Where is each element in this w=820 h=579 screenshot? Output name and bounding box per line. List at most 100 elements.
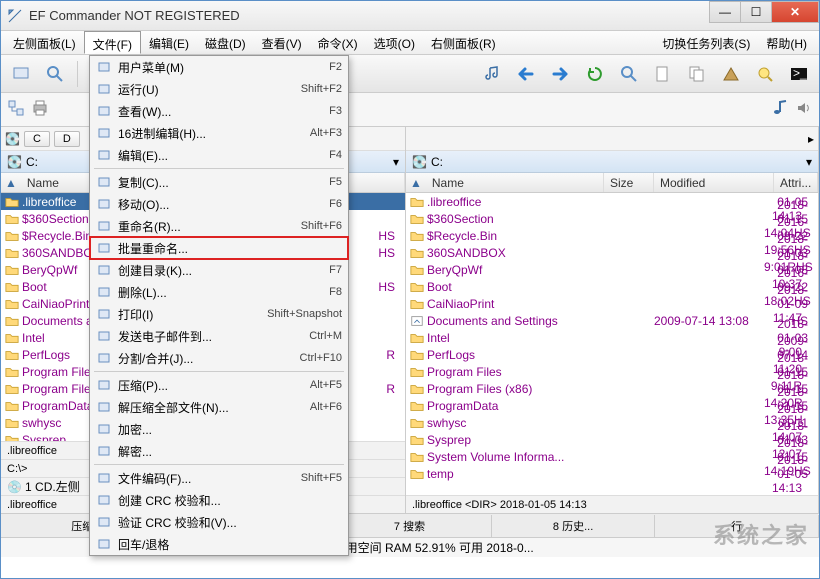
file-row[interactable]: Sysprep2018-01-03 12:07 [406,431,818,448]
maximize-button[interactable]: ☐ [740,1,772,23]
terminal-icon[interactable]: >_ [785,60,813,88]
menu-item-search-icon[interactable]: 查看(W)...F3 [90,100,348,122]
menu-item-crc-icon[interactable]: 创建 CRC 校验和... [90,489,348,511]
file-row[interactable]: .libreoffice2018-01-05 14:13 [406,193,818,210]
file-row[interactable]: 360SANDBOX2018-01-03 9:01RHS [406,244,818,261]
menu-item-decrypt-icon[interactable]: 解密... [90,440,348,462]
file-row[interactable]: System Volume Informa...2018-01-15 14:19… [406,448,818,465]
file-row[interactable]: Documents and Settings2009-07-14 13:08HS [406,312,818,329]
back-arrow-icon[interactable] [513,60,541,88]
menu-文件(F)[interactable]: 文件(F) [84,31,141,54]
refresh-icon[interactable] [7,60,35,88]
menu-item-user-icon[interactable]: 用户菜单(M)F2 [90,56,348,78]
pyramid-icon[interactable] [717,60,745,88]
menu-item-label: 批量重命名... [118,240,342,257]
menu-item-rename-icon[interactable]: 重命名(R)...Shift+F6 [90,215,348,237]
menu-item-newfolder-icon[interactable]: 创建目录(K)...F7 [90,259,348,281]
menubar: 左侧面板(L)文件(F)编辑(E)磁盘(D)查看(V)命令(X)选项(O)右侧面… [1,31,819,55]
col-attr[interactable]: Attri... [774,173,818,192]
menu-item-move-icon[interactable]: 移动(O)...F6 [90,193,348,215]
file-row[interactable]: swhysc2018-01-11 14:07 [406,414,818,431]
copy-toolbar-icon[interactable] [683,60,711,88]
note-icon[interactable] [771,99,789,120]
menu-item-label: 分割/合并(J)... [118,350,300,367]
minimize-button[interactable]: — [709,1,741,23]
forward-arrow-icon[interactable] [547,60,575,88]
tree-icon[interactable] [7,99,25,120]
sort-arrow-icon[interactable]: ▲ [1,176,21,190]
file-row[interactable]: PerfLogs2009-07-14 11:20 [406,346,818,363]
right-drive-bar: ▸ [406,127,818,151]
right-file-list[interactable]: .libreoffice2018-01-05 14:13$360Section2… [406,193,818,495]
file-row[interactable]: Program Files (x86)2018-01-15 14:20R [406,380,818,397]
dropdown-arrow-icon[interactable]: ▾ [393,155,399,169]
file-row[interactable]: Intel2018-01-03 9:00 [406,329,818,346]
menu-命令(X)[interactable]: 命令(X) [310,31,366,54]
col-size[interactable]: Size [604,173,654,192]
menu-item-hex-icon[interactable]: 16进制编辑(H)...Alt+F3 [90,122,348,144]
menu-帮助(H)[interactable]: 帮助(H) [758,31,815,54]
col-modified[interactable]: Modified [654,173,774,192]
file-modified: 2009-07-14 13:08 [654,314,774,328]
menu-查看(V)[interactable]: 查看(V) [254,31,310,54]
close-button[interactable]: ✕ [771,1,819,23]
menu-item-label: 重命名(R)... [118,218,301,235]
folder-icon [410,195,424,209]
file-size: 2018-01-05 14:13 [764,453,814,495]
menu-左侧面板(L)[interactable]: 左侧面板(L) [5,31,84,54]
menu-item-copy-icon[interactable]: 复制(C)...F5 [90,171,348,193]
right-path-bar[interactable]: 💽 C: ▾ [406,151,818,173]
close-tab-icon[interactable]: ▸ [808,132,814,146]
menu-item-encoding-icon[interactable]: 文件编码(F)...Shift+F5 [90,467,348,489]
file-row[interactable]: BeryQpWf2018-01-08 10:37 [406,261,818,278]
drive-c-button[interactable]: C [24,131,50,147]
fn-button[interactable]: 8 历史... [492,515,656,537]
menu-item-play-icon[interactable]: 运行(U)Shift+F2 [90,78,348,100]
file-row[interactable]: $360Section2018-01-15 14:04HS [406,210,818,227]
menu-item-mail-icon[interactable]: 发送电子邮件到...Ctrl+M [90,325,348,347]
link-icon [410,314,424,328]
menu-编辑(E)[interactable]: 编辑(E) [141,31,197,54]
find-icon[interactable] [751,60,779,88]
menu-item-back-icon[interactable]: 回车/退格 [90,533,348,555]
reload-icon[interactable] [581,60,609,88]
fn-button[interactable]: 7 搜索 [328,515,492,537]
menu-磁盘(D)[interactable]: 磁盘(D) [197,31,254,54]
menu-选项(O)[interactable]: 选项(O) [366,31,423,54]
menu-item-encrypt-icon[interactable]: 加密... [90,418,348,440]
folder-icon [5,348,19,362]
file-row[interactable]: Program Files2018-01-15 9:11R [406,363,818,380]
file-row[interactable]: CaiNiaoPrint2018-01-09 11:47 [406,295,818,312]
menu-item-batch-rename-icon[interactable]: 批量重命名... [90,237,348,259]
menu-item-delete-icon[interactable]: 删除(L)...F8 [90,281,348,303]
menu-item-crc-verify-icon[interactable]: 验证 CRC 校验和(V)... [90,511,348,533]
folder-icon [410,263,424,277]
fn-button[interactable]: 行 [655,515,819,537]
menu-item-label: 发送电子邮件到... [118,328,309,345]
music-icon[interactable] [479,60,507,88]
file-row[interactable]: ProgramData2018-01-15 13:35H [406,397,818,414]
file-name: $Recycle.Bin [427,229,764,243]
file-row[interactable]: $Recycle.Bin2016-09-22 19:56HS [406,227,818,244]
file-row[interactable]: Boot2016-09-22 18:02HS [406,278,818,295]
hex-icon [94,125,114,141]
menu-切换任务列表(S)[interactable]: 切换任务列表(S) [654,31,758,54]
sort-arrow-icon[interactable]: ▲ [406,176,426,190]
drive-d-button[interactable]: D [54,131,80,147]
search-toolbar-icon[interactable] [615,60,643,88]
folder-icon [410,297,424,311]
folder-icon [410,280,424,294]
menu-item-edit-icon[interactable]: 编辑(E)...F4 [90,144,348,166]
menu-右侧面板(R)[interactable]: 右侧面板(R) [423,31,504,54]
col-name[interactable]: Name [426,173,604,192]
dropdown-arrow-icon[interactable]: ▾ [806,155,812,169]
menu-item-extract-icon[interactable]: 解压缩全部文件(N)...Alt+F6 [90,396,348,418]
speaker-icon[interactable] [795,99,813,120]
file-row[interactable]: temp2018-01-05 14:13 [406,465,818,482]
menu-item-split-icon[interactable]: 分割/合并(J)...Ctrl+F10 [90,347,348,369]
page-icon[interactable] [649,60,677,88]
search-icon[interactable] [41,60,69,88]
menu-item-compress-icon[interactable]: 压缩(P)...Alt+F5 [90,374,348,396]
printer-icon[interactable] [31,99,49,120]
menu-item-print-icon[interactable]: 打印(I)Shift+Snapshot [90,303,348,325]
